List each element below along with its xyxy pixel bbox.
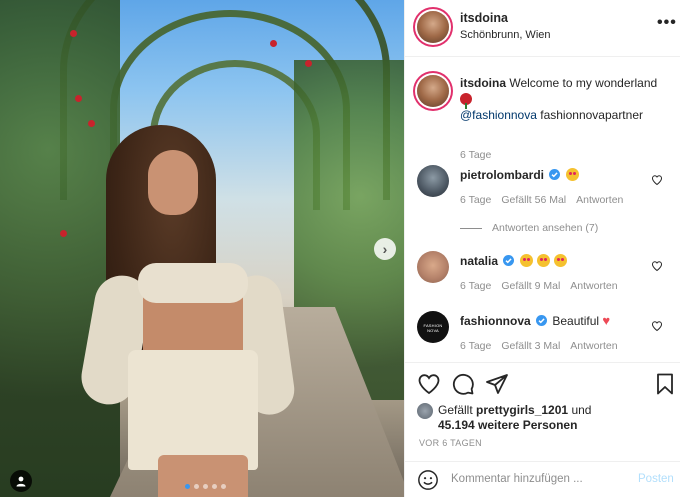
comment-text: fashionnova Beautiful ♥: [460, 313, 660, 329]
comment-bubble-icon[interactable]: [451, 372, 475, 396]
rose-flower: [270, 40, 277, 47]
carousel-indicator: [185, 484, 226, 489]
replies-divider: [460, 227, 482, 229]
mention-link[interactable]: @fashionnova: [460, 108, 537, 122]
commenter-avatar[interactable]: [417, 165, 449, 197]
comments-list: itsdoina Welcome to my wonderland @fashi…: [405, 57, 680, 362]
fashionnova-logo-avatar[interactable]: [417, 311, 449, 343]
comment-meta: 6 Tage Gefällt 3 Mal Antworten: [460, 340, 618, 352]
post-location[interactable]: Schönbrunn, Wien: [460, 29, 551, 41]
verified-badge-icon: [536, 315, 548, 326]
like-comment-heart-icon[interactable]: [651, 174, 663, 186]
comment-age[interactable]: 6 Tage: [460, 194, 491, 206]
author-username[interactable]: itsdoina: [460, 11, 508, 25]
reply-button[interactable]: Antworten: [570, 280, 617, 292]
tagged-users-button[interactable]: [10, 470, 32, 492]
share-paper-plane-icon[interactable]: [485, 372, 509, 396]
caption-body: Welcome to my wonderland: [509, 76, 658, 90]
rose-flower: [305, 60, 312, 67]
reply-button[interactable]: Antworten: [570, 340, 617, 352]
emoji-smiley-icon[interactable]: [417, 469, 439, 491]
red-heart-emoji-icon: ♥: [602, 313, 611, 328]
caption-meta: 6 Tage: [460, 149, 491, 161]
like-comment-heart-icon[interactable]: [651, 320, 663, 332]
more-options-icon[interactable]: •••: [657, 14, 677, 32]
carousel-next-button[interactable]: ›: [374, 238, 396, 260]
view-replies-label[interactable]: Antworten ansehen (7): [492, 222, 598, 234]
post-header: itsdoina Schönbrunn, Wien •••: [405, 0, 680, 57]
comment-likes[interactable]: Gefällt 56 Mal: [501, 194, 566, 206]
likes-joiner: und: [571, 403, 592, 417]
reply-button[interactable]: Antworten: [576, 194, 623, 206]
likes-text: Gefällt prettygirls_1201 und 45.194 weit…: [438, 403, 591, 433]
comment-body: Beautiful: [552, 314, 600, 328]
likes-count[interactable]: 45.194 weitere Personen: [438, 418, 577, 432]
carousel-dot: [185, 484, 190, 489]
caption-tag: fashionnovapartner: [540, 108, 643, 122]
rose-flower: [70, 30, 77, 37]
comment-likes[interactable]: Gefällt 9 Mal: [501, 280, 560, 292]
comment-meta: 6 Tage Gefällt 56 Mal Antworten: [460, 194, 623, 206]
comment-input[interactable]: Kommentar hinzufügen ...: [451, 473, 583, 485]
comment-meta: 6 Tage Gefällt 9 Mal Antworten: [460, 280, 618, 292]
comment-text: pietrolombardi: [460, 167, 660, 183]
author-avatar[interactable]: [417, 11, 449, 43]
like-comment-heart-icon[interactable]: [651, 260, 663, 272]
post-details-panel: itsdoina Schönbrunn, Wien ••• itsdoina W…: [404, 0, 680, 497]
star-struck-emoji-icon: [519, 254, 533, 267]
verified-badge-icon: [503, 255, 515, 266]
caption-username[interactable]: itsdoina: [460, 76, 506, 90]
rose-flower: [60, 230, 67, 237]
post-actions: Gefällt prettygirls_1201 und 45.194 weit…: [405, 362, 680, 457]
like-heart-icon[interactable]: [417, 372, 441, 396]
post-timestamp[interactable]: VOR 6 TAGEN: [419, 438, 482, 448]
likes-prefix: Gefällt: [438, 403, 473, 417]
author-avatar[interactable]: [417, 75, 449, 107]
comment-username[interactable]: natalia: [460, 254, 498, 268]
carousel-dot: [194, 484, 199, 489]
post-photo[interactable]: ›: [0, 0, 404, 497]
rose-emoji-icon: [460, 93, 472, 109]
star-struck-emoji-icon: [537, 254, 551, 267]
comment-item: natalia 6 Tage Gefällt 9 Mal Antworten: [405, 251, 680, 301]
likes-summary: Gefällt prettygirls_1201 und 45.194 weit…: [417, 403, 591, 433]
post-comment-button[interactable]: Posten: [638, 473, 674, 485]
user-icon: [16, 476, 26, 487]
comment-username[interactable]: pietrolombardi: [460, 168, 544, 182]
carousel-dot: [221, 484, 226, 489]
comment-item: pietrolombardi 6 Tage Gefällt 56 Mal Ant…: [405, 165, 680, 235]
comment-username[interactable]: fashionnova: [460, 314, 531, 328]
comment-text: natalia: [460, 253, 660, 269]
comment-likes[interactable]: Gefällt 3 Mal: [501, 340, 560, 352]
rose-flower: [75, 95, 82, 102]
comment-age[interactable]: 6 Tage: [460, 280, 491, 292]
caption-item: itsdoina Welcome to my wonderland @fashi…: [405, 72, 680, 161]
carousel-dot: [212, 484, 217, 489]
person-figure: [77, 125, 298, 497]
verified-badge-icon: [549, 169, 561, 180]
carousel-dot: [203, 484, 208, 489]
commenter-avatar[interactable]: [417, 251, 449, 283]
view-replies-button[interactable]: Antworten ansehen (7): [460, 222, 598, 234]
star-struck-emoji-icon: [554, 254, 568, 267]
liker-avatar[interactable]: [417, 403, 433, 419]
caption-age[interactable]: 6 Tage: [460, 149, 491, 161]
star-struck-emoji-icon: [565, 168, 579, 181]
caption-text: itsdoina Welcome to my wonderland @fashi…: [460, 75, 660, 123]
comment-age[interactable]: 6 Tage: [460, 340, 491, 352]
comment-item: fashionnova Beautiful ♥ 6 Tage Gefällt 3…: [405, 311, 680, 361]
instagram-post-modal: › itsdoina Schönbrunn, Wien ••• itsdoina…: [0, 0, 680, 497]
bookmark-icon[interactable]: [653, 372, 677, 396]
liker-username[interactable]: prettygirls_1201: [476, 403, 568, 417]
add-comment-bar: Kommentar hinzufügen ... Posten: [405, 461, 680, 497]
